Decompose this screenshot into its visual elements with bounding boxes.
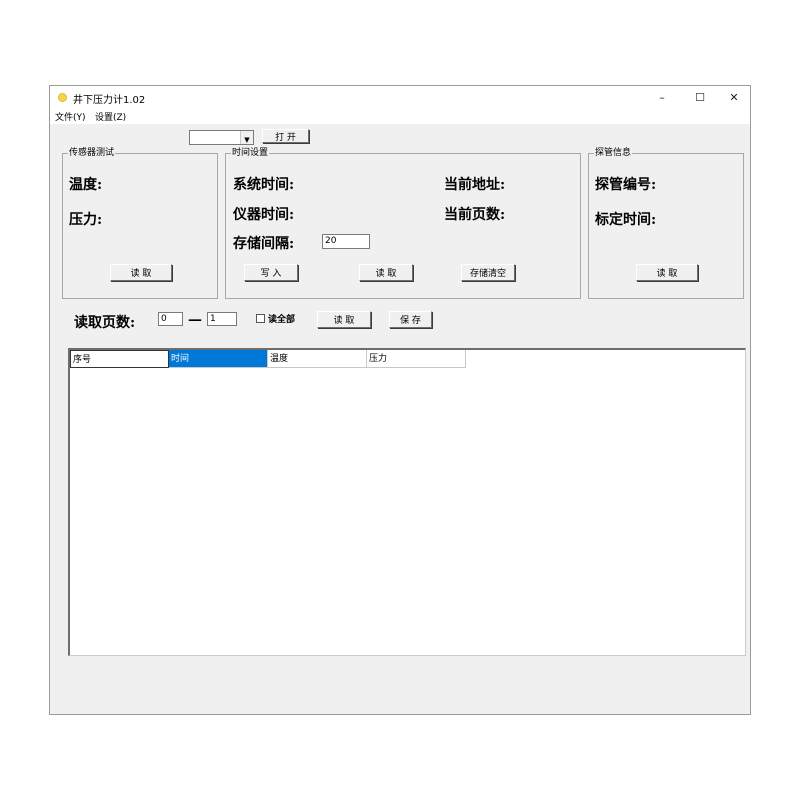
instrument-time-label: 仪器时间: [233, 207, 295, 223]
probe-info-group: 探管信息 探管编号: 标定时间: 读 取 [588, 148, 744, 299]
column-header-time[interactable]: 时间 [169, 350, 268, 368]
column-header-temperature[interactable]: 温度 [268, 350, 367, 368]
chevron-down-icon[interactable]: ▼ [240, 131, 253, 144]
read-all-checkbox[interactable] [256, 314, 265, 323]
column-header-pressure[interactable]: 压力 [367, 350, 466, 368]
probe-number-label: 探管编号: [595, 177, 657, 193]
current-page-label: 当前页数: [444, 207, 506, 223]
close-button[interactable]: ✕ [716, 86, 752, 108]
read-pages-label: 读取页数: [74, 315, 136, 331]
time-settings-group: 时间设置 系统时间: 仪器时间: 存储间隔: 20 当前地址: 当前页数: 写 … [225, 148, 581, 299]
current-address-label: 当前地址: [444, 177, 506, 193]
time-settings-group-label: 时间设置 [231, 148, 270, 158]
probe-info-group-label: 探管信息 [594, 148, 633, 158]
app-window: 井下压力计1.02 – ☐ ✕ 文件(Y) 设置(Z) ▼ 打 开 传感器测试 … [49, 85, 751, 715]
storage-interval-input[interactable]: 20 [322, 234, 370, 249]
calibration-time-label: 标定时间: [595, 212, 657, 228]
time-read-button[interactable]: 读 取 [359, 264, 413, 281]
title-bar[interactable]: 井下压力计1.02 – ☐ ✕ [50, 86, 750, 108]
column-header-index[interactable]: 序号 [70, 350, 169, 368]
minimize-button[interactable]: – [644, 86, 680, 108]
temperature-label: 温度: [69, 177, 103, 193]
probe-read-button[interactable]: 读 取 [636, 264, 698, 281]
page-from-input[interactable]: 0 [158, 312, 183, 326]
maximize-button[interactable]: ☐ [682, 86, 718, 108]
menu-bar: 文件(Y) 设置(Z) [50, 108, 750, 124]
table-header: 序号 时间 温度 压力 [70, 350, 466, 368]
open-button[interactable]: 打 开 [262, 129, 309, 143]
write-button[interactable]: 写 入 [244, 264, 298, 281]
clear-storage-button[interactable]: 存储清空 [461, 264, 515, 281]
menu-settings[interactable]: 设置(Z) [95, 110, 126, 123]
data-table[interactable]: 序号 时间 温度 压力 [68, 348, 746, 656]
page-range-separator: — [188, 312, 202, 328]
menu-file[interactable]: 文件(Y) [55, 110, 86, 123]
read-all-label: 读全部 [268, 315, 296, 325]
sensor-test-group-label: 传感器测试 [68, 148, 116, 158]
sensor-test-group: 传感器测试 温度: 压力: 读 取 [62, 148, 218, 299]
save-button[interactable]: 保 存 [389, 311, 432, 328]
page-to-input[interactable]: 1 [207, 312, 237, 326]
pressure-label: 压力: [69, 212, 103, 228]
sensor-read-button[interactable]: 读 取 [110, 264, 172, 281]
port-select[interactable]: ▼ [189, 130, 254, 145]
window-title: 井下压力计1.02 [73, 95, 146, 106]
system-time-label: 系统时间: [233, 177, 295, 193]
app-icon [58, 93, 67, 102]
pages-read-button[interactable]: 读 取 [317, 311, 371, 328]
storage-interval-label: 存储间隔: [233, 236, 295, 252]
